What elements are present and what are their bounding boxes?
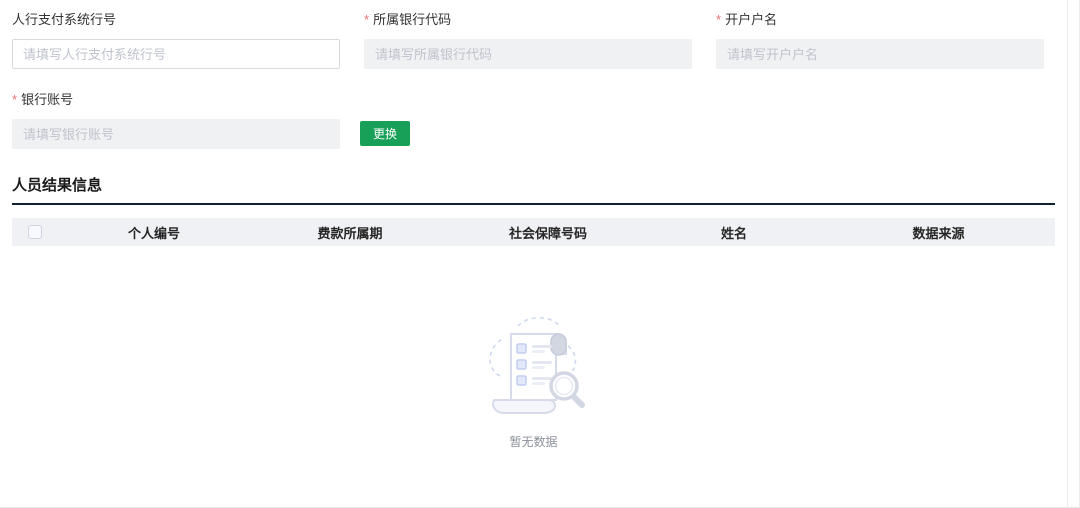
field-label: * 银行账号 [12, 90, 340, 110]
column-header-personal-id: 个人编号 [58, 223, 250, 242]
field-label-text: 开户户名 [725, 12, 777, 27]
main-content: 人行支付系统行号 * 所属银行代码 * 开户户名 * 银行账号 [12, 0, 1055, 450]
change-button[interactable]: 更换 [360, 121, 410, 146]
required-asterisk: * [12, 92, 17, 107]
bank-account-no-input[interactable] [12, 119, 340, 149]
account-holder-name-input[interactable] [716, 39, 1044, 69]
field-account-holder-name: * 开户户名 [716, 10, 1044, 69]
required-asterisk: * [364, 12, 369, 27]
field-label-text: 银行账号 [21, 92, 73, 107]
field-label-text: 所属银行代码 [373, 12, 451, 27]
field-bank-code: * 所属银行代码 [364, 10, 692, 69]
required-asterisk: * [716, 12, 721, 27]
field-label: 人行支付系统行号 [12, 10, 340, 30]
field-label: * 开户户名 [716, 10, 1044, 30]
column-header-fee-period: 费款所属期 [250, 223, 450, 242]
table-empty-state: 暂无数据 [12, 246, 1055, 450]
field-pbc-payment-system-no: 人行支付系统行号 [12, 10, 340, 69]
section-divider [12, 203, 1055, 205]
empty-document-search-icon [478, 314, 590, 416]
form-row-2: * 银行账号 更换 [12, 90, 1055, 149]
select-all-checkbox[interactable] [28, 225, 42, 239]
column-header-social-security-no: 社会保障号码 [450, 223, 646, 242]
section-title-personnel-results: 人员结果信息 [12, 176, 1055, 196]
empty-text: 暂无数据 [509, 433, 557, 450]
form-row-1: 人行支付系统行号 * 所属银行代码 * 开户户名 [12, 10, 1044, 69]
select-all-cell [12, 225, 58, 239]
field-bank-account-no: * 银行账号 [12, 90, 340, 149]
field-label-text: 人行支付系统行号 [12, 12, 116, 27]
field-label: * 所属银行代码 [364, 10, 692, 30]
page: 人行支付系统行号 * 所属银行代码 * 开户户名 * 银行账号 [0, 0, 1080, 508]
bank-code-input[interactable] [364, 39, 692, 69]
vertical-scrollbar[interactable] [1067, 0, 1080, 508]
column-header-data-source: 数据来源 [822, 223, 1055, 242]
column-header-name: 姓名 [646, 223, 822, 242]
pbc-payment-system-no-input[interactable] [12, 39, 340, 69]
personnel-results-table-header: 个人编号 费款所属期 社会保障号码 姓名 数据来源 [12, 218, 1055, 246]
